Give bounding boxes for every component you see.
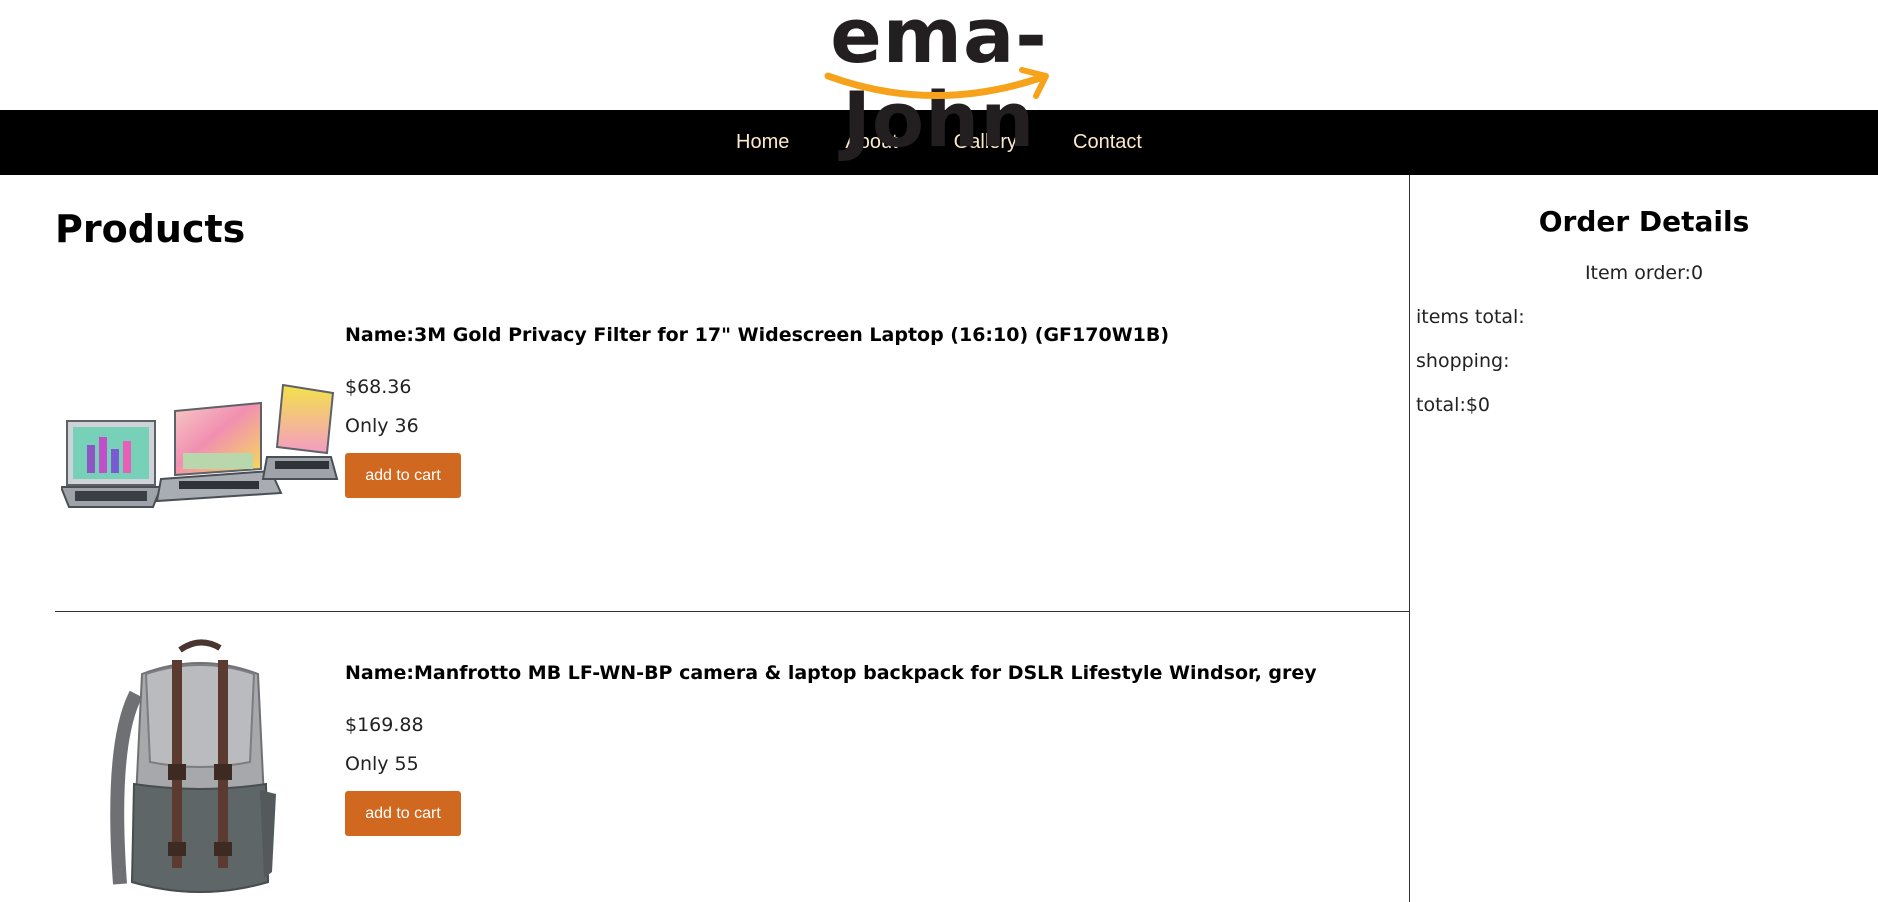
product-image [55,320,345,595]
order-details-title: Order Details [1538,205,1750,238]
product-card: Name:Manfrotto MB LF-WN-BP camera & lapt… [55,612,1409,902]
site-logo[interactable]: ema-John [744,0,1134,161]
item-order-count: Item order:0 [1584,262,1704,284]
products-panel: Products Name:3M Gold Privacy Filter for… [0,175,1410,902]
add-to-cart-button[interactable]: add to cart [345,791,461,836]
product-card: Name:3M Gold Privacy Filter for 17" Wide… [55,291,1409,612]
order-details-panel: Order Details Item order:0 items total: … [1410,175,1878,902]
grey-backpack-image [110,639,276,893]
site-header: ema-John [0,0,1878,161]
product-info: Name:Manfrotto MB LF-WN-BP camera & lapt… [345,612,1317,836]
product-name: Name:3M Gold Privacy Filter for 17" Wide… [345,324,1170,346]
shopping-cost: shopping: [1416,350,1510,372]
product-info: Name:3M Gold Privacy Filter for 17" Wide… [345,291,1169,498]
add-to-cart-button[interactable]: add to cart [345,453,461,498]
smile-arrow-icon [824,67,1049,99]
product-image [55,632,345,902]
product-price: $68.36 [345,376,412,398]
items-total: items total: [1416,306,1525,328]
order-total: total:$0 [1416,394,1491,416]
product-stock: Only 36 [345,415,419,437]
product-name: Name:Manfrotto MB LF-WN-BP camera & lapt… [345,662,1317,684]
page-layout: Products Name:3M Gold Privacy Filter for… [0,175,1878,902]
product-price: $169.88 [345,714,424,736]
laptop-privacy-filter-image [61,383,339,508]
products-title: Products [55,207,246,251]
product-stock: Only 55 [345,753,419,775]
